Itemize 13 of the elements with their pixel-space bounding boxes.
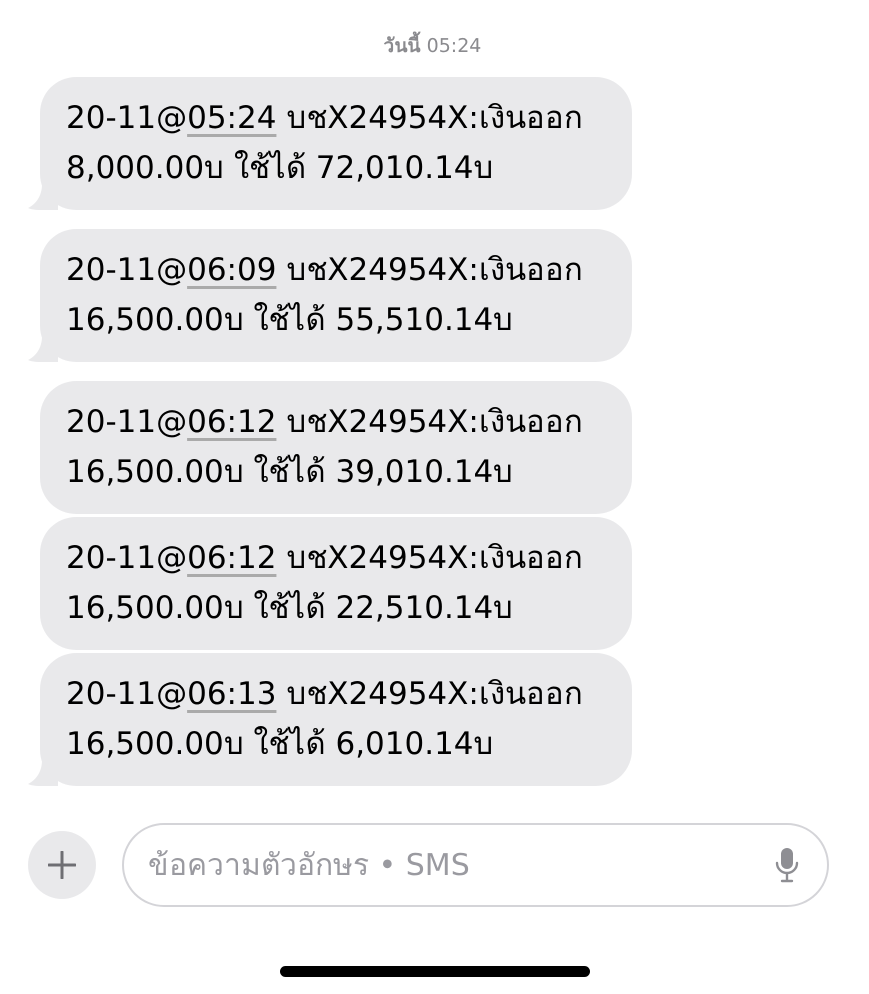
message-text: 20-11@06:13 บชX24954X:เงินออก 16,500.00บ ใช้ได้ 6,010.14บ <box>66 676 583 762</box>
message-field[interactable]: ข้อความตัวอักษร • SMS <box>122 823 829 907</box>
message-text: 20-11@05:24 บชX24954X:เงินออก 8,000.00บ ใช้ได้ 72,010.14บ <box>66 100 583 186</box>
plus-icon <box>48 851 76 879</box>
time-link[interactable]: 06:09 <box>187 252 276 288</box>
time-link[interactable]: 05:24 <box>187 100 276 136</box>
microphone-icon[interactable] <box>775 847 799 883</box>
message-text: 20-11@06:09 บชX24954X:เงินออก 16,500.00บ ใช้ได้ 55,510.14บ <box>66 252 583 338</box>
time-link[interactable]: 06:12 <box>187 540 276 576</box>
message-text: 20-11@06:12 บชX24954X:เงินออก 16,500.00บ ใช้ได้ 39,010.14บ <box>66 404 583 490</box>
time-link[interactable]: 06:13 <box>187 676 276 712</box>
time-link[interactable]: 06:12 <box>187 404 276 440</box>
message-text: 20-11@06:12 บชX24954X:เงินออก 16,500.00บ ใช้ได้ 22,510.14บ <box>66 540 583 626</box>
